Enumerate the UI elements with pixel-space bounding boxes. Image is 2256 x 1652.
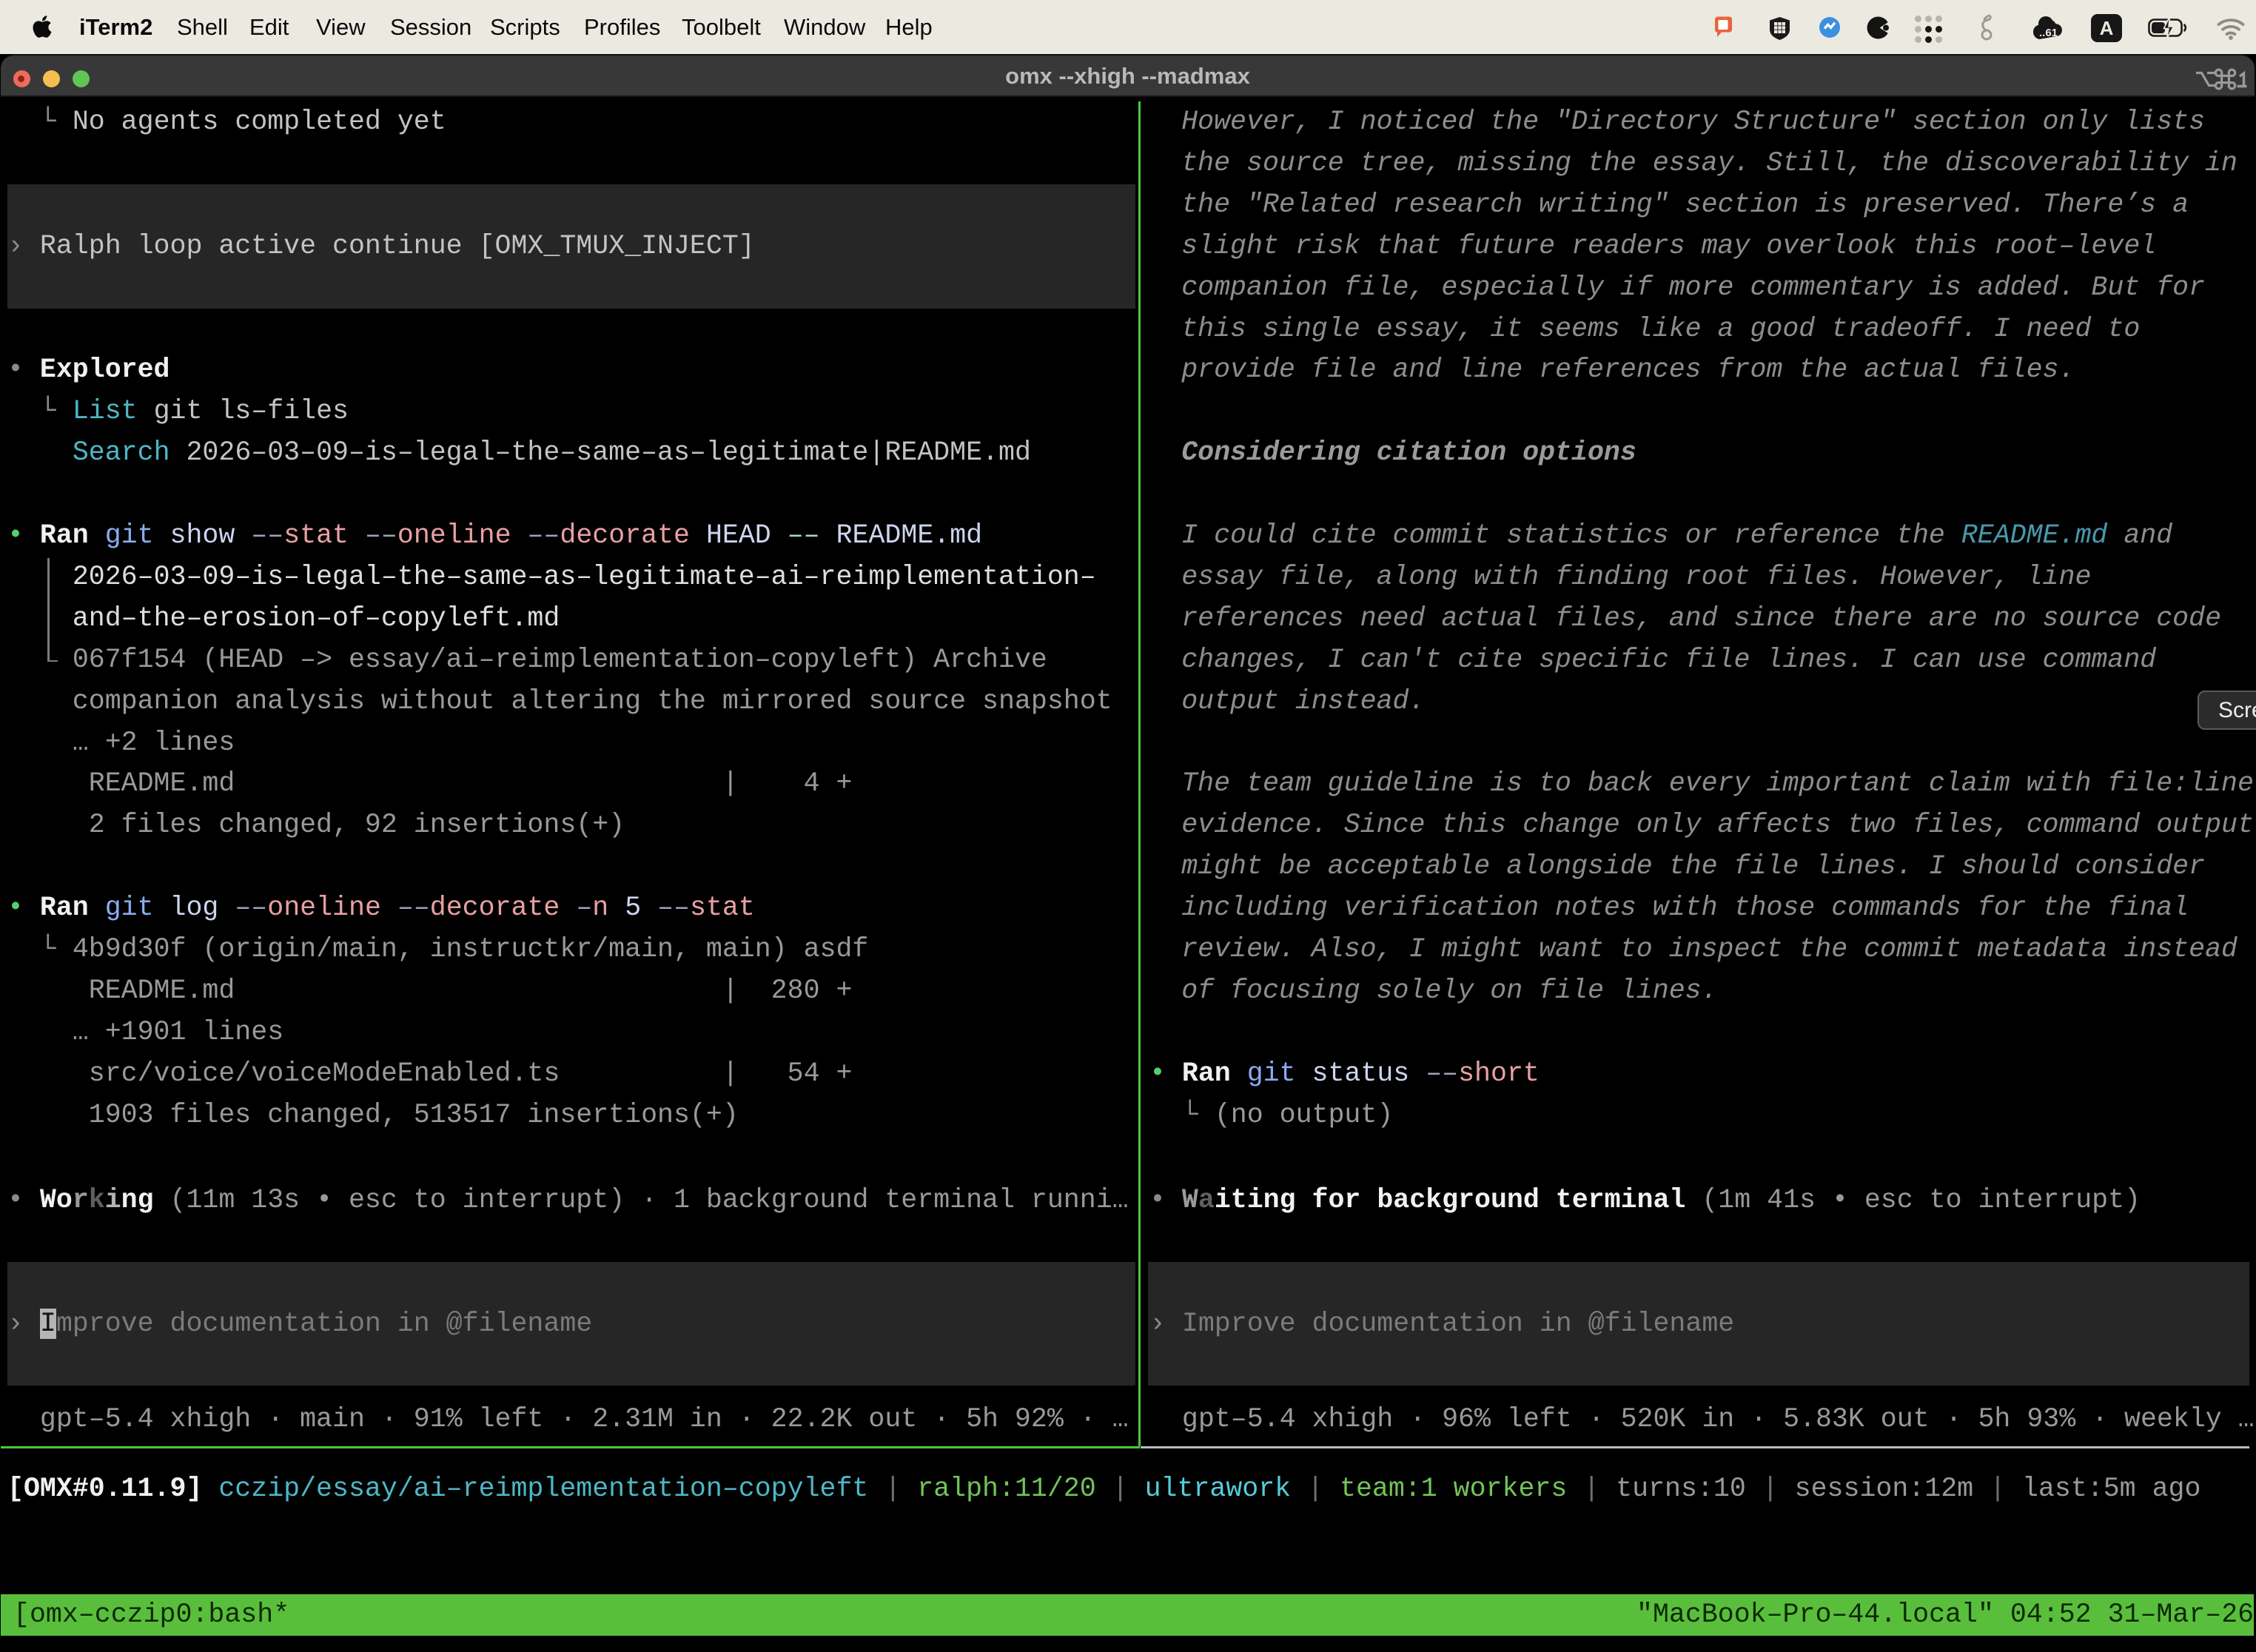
- svg-text:..61: ..61: [2039, 27, 2058, 39]
